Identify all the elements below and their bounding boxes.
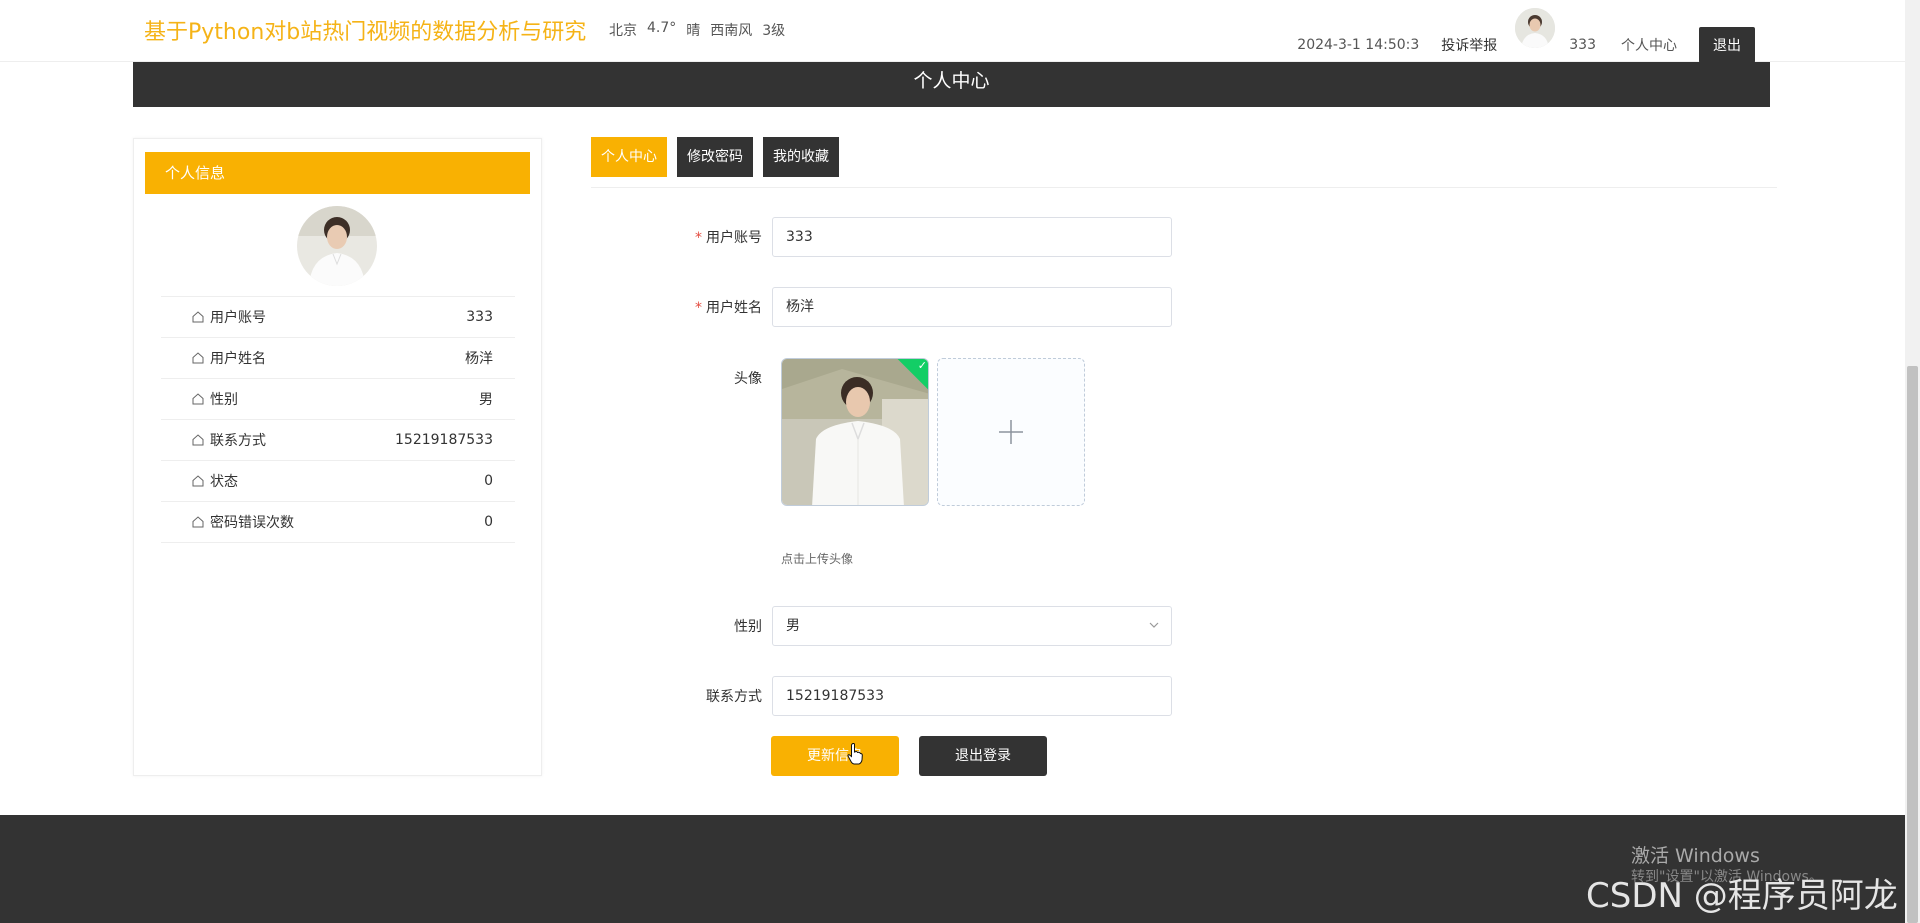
info-value: 杨洋: [465, 351, 493, 367]
info-label: 状态: [210, 474, 238, 490]
tab-favorites[interactable]: 我的收藏: [763, 137, 839, 177]
gender-select[interactable]: 男: [772, 606, 1172, 646]
profile-panel-title: 个人信息: [145, 152, 530, 194]
house-icon: [192, 311, 204, 323]
report-link[interactable]: 投诉举报: [1441, 15, 1497, 55]
avatar-upload: ✓: [781, 358, 1085, 506]
info-value: 男: [479, 392, 493, 408]
list-item: 密码错误次数 0: [161, 502, 515, 543]
list-item: 用户姓名 杨洋: [161, 338, 515, 379]
upload-tip: 点击上传头像: [781, 552, 854, 566]
update-info-button[interactable]: 更新信息: [771, 736, 899, 776]
tab-divider: [591, 187, 1777, 188]
plus-icon: [999, 420, 1023, 444]
name-label: * 用户姓名: [695, 300, 762, 316]
info-label: 联系方式: [210, 433, 266, 449]
info-label: 用户账号: [210, 310, 266, 326]
hand-cursor-icon: [847, 743, 863, 765]
profile-info-list: 用户账号 333 用户姓名 杨洋 性别 男 联系方式 15219187533 状…: [161, 296, 515, 543]
weather-level: 3级: [762, 23, 786, 39]
logout-button[interactable]: 退出: [1699, 27, 1755, 63]
page-title: 个人中心: [133, 62, 1770, 107]
phone-input[interactable]: 15219187533: [772, 676, 1172, 716]
house-icon: [192, 352, 204, 364]
profile-avatar: [297, 206, 377, 286]
profile-panel: 个人信息 用户账号 333 用户姓名 杨洋 性别 男 联系方式 15219187…: [133, 138, 542, 776]
avatar-label: 头像: [734, 371, 762, 387]
info-label: 密码错误次数: [210, 515, 294, 531]
username: 333: [1569, 37, 1596, 53]
weather-city: 北京: [609, 23, 637, 39]
weather-widget: 北京 4.7° 晴 西南风 3级: [609, 20, 785, 40]
list-item: 性别 男: [161, 379, 515, 420]
upload-button[interactable]: [937, 358, 1085, 506]
house-icon: [192, 393, 204, 405]
list-item: 用户账号 333: [161, 297, 515, 338]
site-title[interactable]: 基于Python对b站热门视频的数据分析与研究: [144, 14, 586, 46]
house-icon: [192, 516, 204, 528]
datetime: 2024-3-1 14:50:3: [1297, 37, 1420, 53]
name-input[interactable]: 杨洋: [772, 287, 1172, 327]
weather-temp: 4.7°: [647, 20, 677, 36]
gender-value[interactable]: 男: [772, 606, 1172, 646]
phone-label: 联系方式: [706, 689, 762, 705]
tab-profile[interactable]: 个人中心: [591, 137, 667, 177]
avatar-row: 头像: [660, 368, 772, 388]
logout-account-button[interactable]: 退出登录: [919, 736, 1047, 776]
scrollbar-thumb[interactable]: [1907, 366, 1918, 923]
watermark: CSDN @程序员阿龙: [1586, 876, 1898, 916]
info-value: 15219187533: [395, 432, 493, 448]
tab-change-password[interactable]: 修改密码: [677, 137, 753, 177]
check-icon: ✓: [917, 359, 927, 372]
phone-row: 联系方式 15219187533: [660, 676, 1172, 716]
gender-row: 性别 男: [660, 606, 1172, 646]
house-icon: [192, 475, 204, 487]
weather-wind: 西南风: [710, 23, 753, 39]
account-input[interactable]: 333: [772, 217, 1172, 257]
weather-condition: 晴: [686, 23, 701, 39]
account-row: * 用户账号 333: [660, 217, 1172, 257]
user-center-link[interactable]: 个人中心: [1621, 15, 1677, 55]
info-value: 0: [484, 514, 493, 530]
gender-label: 性别: [734, 619, 762, 635]
list-item: 联系方式 15219187533: [161, 420, 515, 461]
windows-activation-notice: 激活 Windows: [1631, 845, 1760, 867]
info-value: 0: [484, 473, 493, 489]
info-label: 用户姓名: [210, 351, 266, 367]
user-nav: 2024-3-1 14:50:3 投诉举报 333 个人中心 退出: [1297, 8, 1755, 63]
info-label: 性别: [210, 392, 238, 408]
house-icon: [192, 434, 204, 446]
name-row: * 用户姓名 杨洋: [660, 287, 1172, 327]
avatar[interactable]: [1515, 8, 1556, 48]
list-item: 状态 0: [161, 461, 515, 502]
account-label: * 用户账号: [695, 230, 762, 246]
chevron-down-icon: [1149, 622, 1159, 628]
avatar-thumbnail[interactable]: ✓: [781, 358, 929, 506]
top-header: 基于Python对b站热门视频的数据分析与研究 北京 4.7° 晴 西南风 3级…: [0, 0, 1905, 63]
profile-tabs: 个人中心 修改密码 我的收藏: [591, 137, 839, 177]
info-value: 333: [466, 309, 493, 325]
